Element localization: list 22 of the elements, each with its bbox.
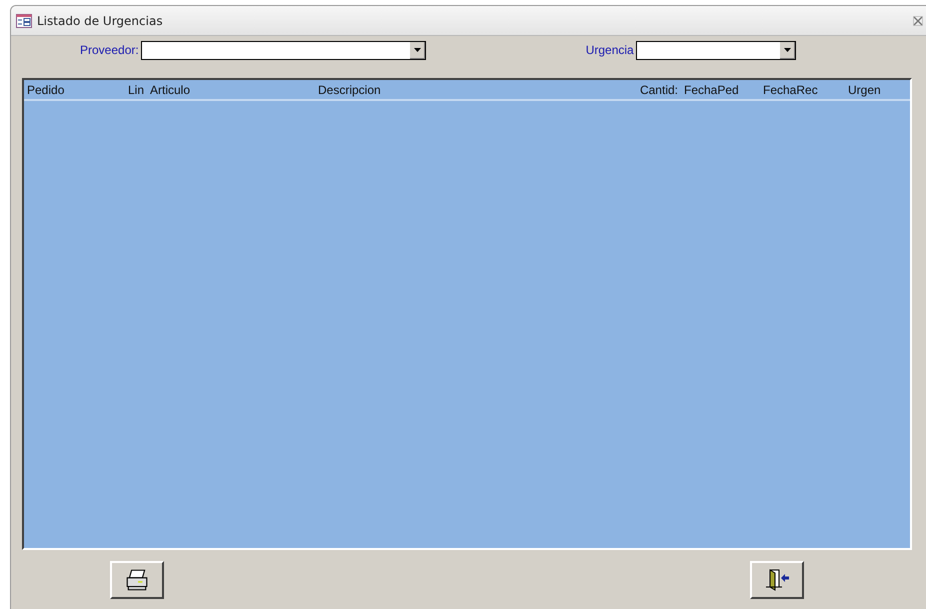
column-header: FechaRec bbox=[763, 82, 819, 96]
exit-door-icon bbox=[764, 568, 790, 592]
form-icon bbox=[16, 14, 32, 28]
printer-icon bbox=[124, 568, 150, 592]
print-button[interactable] bbox=[110, 561, 164, 599]
column-header: Descripcion bbox=[318, 82, 382, 96]
results-list[interactable]: Pedido Lin Articulo Descripcion Cantid: FechaPed FechaRec Urgen bbox=[22, 78, 912, 550]
dropdown-field[interactable] bbox=[140, 40, 426, 60]
close-icon[interactable] bbox=[913, 16, 923, 26]
filter-label: Proveedor: bbox=[80, 43, 139, 57]
exit-button[interactable] bbox=[750, 561, 804, 599]
dropdown-arrow-icon[interactable] bbox=[414, 48, 421, 52]
dropdown-field[interactable] bbox=[636, 40, 796, 60]
dropdown-arrow-icon[interactable] bbox=[784, 48, 791, 52]
column-header: Lin bbox=[128, 82, 146, 96]
column-header: Pedido bbox=[26, 82, 66, 96]
column-header: FechaPed bbox=[684, 82, 740, 96]
column-header: Urgen bbox=[848, 82, 882, 96]
column-header: Cantid: bbox=[638, 82, 679, 96]
column-header: Articulo bbox=[150, 82, 192, 96]
filter-label: Urgencia bbox=[586, 43, 634, 57]
window-title: Listado de Urgencias bbox=[37, 14, 164, 28]
